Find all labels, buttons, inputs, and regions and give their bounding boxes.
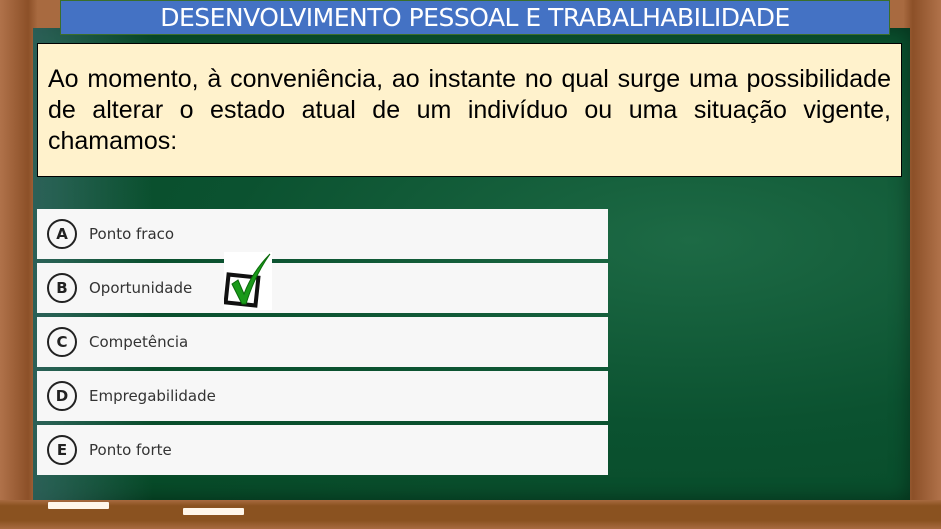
options-list: A Ponto fraco B Oportunidade C Competência … <box>37 209 608 479</box>
option-label: Ponto forte <box>89 441 172 459</box>
option-letter: C <box>47 327 77 357</box>
chalk-piece <box>183 508 244 515</box>
chalk-piece <box>48 502 109 509</box>
option-label: Oportunidade <box>89 279 193 297</box>
option-b[interactable]: B Oportunidade <box>37 263 608 313</box>
option-c[interactable]: C Competência <box>37 317 608 367</box>
option-letter: B <box>47 273 77 303</box>
option-label: Competência <box>89 333 189 351</box>
option-letter: E <box>47 435 77 465</box>
checkbox-checkmark-icon <box>223 252 272 310</box>
option-label: Empregabilidade <box>89 387 216 405</box>
option-d[interactable]: D Empregabilidade <box>37 371 608 421</box>
chalk-ledge <box>0 500 941 529</box>
page-title: DESENVOLVIMENTO PESSOAL E TRABALHABILIDA… <box>60 0 890 35</box>
question-text: Ao momento, à conveniência, ao instante … <box>37 43 902 177</box>
option-letter: D <box>47 381 77 411</box>
option-label: Ponto fraco <box>89 225 175 243</box>
option-letter: A <box>47 219 77 249</box>
option-e[interactable]: E Ponto forte <box>37 425 608 475</box>
option-a[interactable]: A Ponto fraco <box>37 209 608 259</box>
